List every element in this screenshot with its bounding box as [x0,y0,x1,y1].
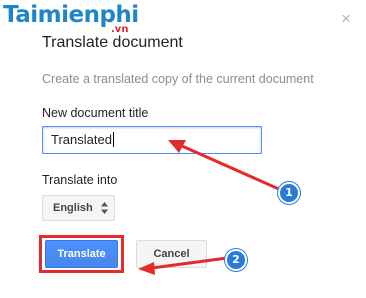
cancel-button[interactable]: Cancel [136,240,207,268]
translate-button-highlight [39,235,124,273]
document-title-label: New document title [42,106,149,120]
updown-arrow-icon [101,202,108,214]
translate-into-label: Translate into [42,173,118,187]
step-badge-1: 1 [278,182,300,204]
step-badge-2: 2 [225,249,247,271]
dialog-description: Create a translated copy of the current … [42,72,314,86]
document-title-value: Translated [51,132,112,147]
text-caret [112,132,114,147]
translate-document-dialog: Taimienphi .vn × Translate document Crea… [0,0,366,298]
close-icon[interactable]: × [339,10,353,27]
language-select-value: English [53,202,93,214]
document-title-input[interactable]: Translated [42,126,262,154]
watermark-logo: Taimienphi .vn [3,0,153,36]
dialog-title: Translate document [42,34,183,51]
language-select[interactable]: English [42,195,115,221]
